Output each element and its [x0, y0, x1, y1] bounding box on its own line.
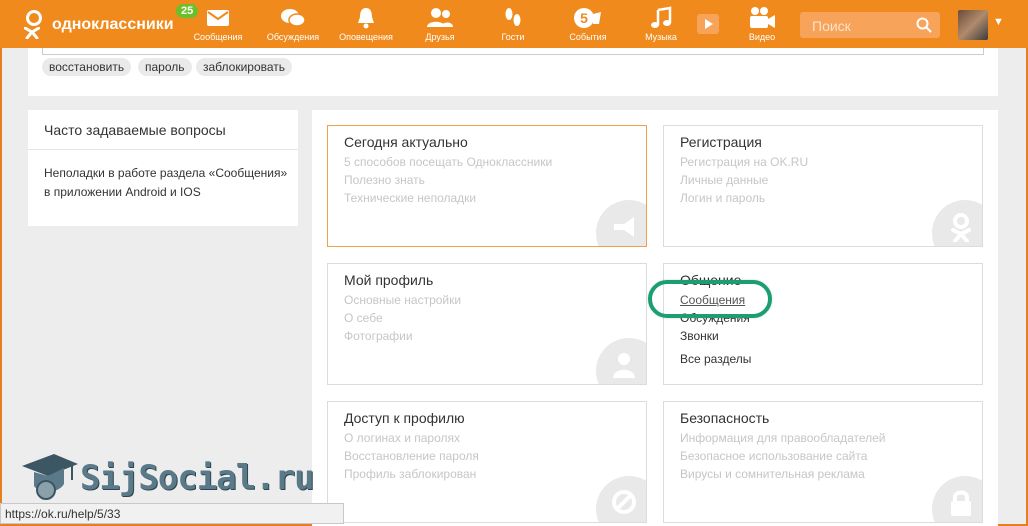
card-link[interactable]: Безопасное использование сайта [680, 449, 867, 463]
video-camera-icon [750, 7, 775, 28]
faq-panel: Часто задаваемые вопросы Неполадки в раб… [28, 110, 298, 226]
logo-text: одноклассники [52, 16, 174, 33]
card-link[interactable]: Фотографии [344, 329, 413, 343]
video-play-icon [697, 14, 719, 34]
card-link[interactable]: О себе [344, 311, 383, 325]
nav-label: Сообщения [193, 32, 243, 42]
nav-music[interactable]: Музыка [638, 6, 684, 46]
nav-friends[interactable]: Друзья [414, 6, 466, 46]
svg-text:5: 5 [580, 10, 588, 26]
graduation-cap-icon [22, 454, 78, 500]
nav-video-play[interactable] [694, 6, 722, 46]
nav-messages[interactable]: Сообщения [190, 6, 246, 46]
megaphone-icon [596, 200, 646, 246]
nav-label: Гости [501, 32, 525, 42]
friends-icon [427, 8, 453, 27]
site-logo[interactable]: одноклассники [22, 8, 182, 42]
events-icon: 5 [574, 8, 601, 28]
card-security[interactable]: Безопасность Информация для правообладат… [663, 401, 983, 523]
card-link[interactable]: Регистрация на OK.RU [680, 155, 808, 169]
search-box[interactable] [800, 12, 940, 40]
ok-logo-icon [22, 10, 44, 40]
card-link[interactable]: Восстановление пароля [344, 449, 479, 463]
tag-password[interactable]: пароль [138, 58, 192, 76]
search-input[interactable] [800, 12, 924, 40]
card-link[interactable]: Технические неполадки [344, 191, 476, 205]
card-link[interactable]: Личные данные [680, 173, 768, 187]
watermark: SijSocial.ru [20, 452, 315, 504]
card-profile[interactable]: Мой профиль Основные настройки О себе Фо… [327, 263, 647, 385]
nav-label: Обсуждения [266, 32, 320, 42]
card-link[interactable]: Полезно знать [344, 173, 425, 187]
search-results-panel: восстановить пароль заблокировать [28, 48, 998, 96]
nav-guests[interactable]: Гости [490, 6, 536, 46]
avatar[interactable] [958, 10, 988, 40]
envelope-icon [207, 10, 229, 26]
card-link[interactable]: Вирусы и сомнительная реклама [680, 467, 865, 481]
card-title: Доступ к профилю [344, 410, 465, 426]
card-link[interactable]: Звонки [680, 329, 719, 343]
user-icon [596, 338, 646, 384]
card-link[interactable]: Информация для правообладателей [680, 431, 886, 445]
nav-label: Оповещения [339, 32, 393, 42]
faq-link[interactable]: Неполадки в работе раздела «Сообщения» в… [44, 164, 294, 202]
faq-title: Часто задаваемые вопросы [44, 122, 226, 138]
nav-events[interactable]: 5 События [562, 6, 614, 46]
nav-discussions[interactable]: Обсуждения [262, 6, 324, 46]
search-field-bottom [42, 48, 984, 55]
blocked-icon [596, 476, 646, 522]
search-icon[interactable] [916, 17, 932, 33]
card-profile-access[interactable]: Доступ к профилю О логинах и паролях Вос… [327, 401, 647, 523]
card-link-all-sections[interactable]: Все разделы [680, 352, 751, 366]
card-title: Регистрация [680, 134, 762, 150]
nav-notifications[interactable]: Оповещения [334, 6, 398, 46]
nav-label: События [569, 32, 607, 42]
chat-bubbles-icon [281, 9, 306, 27]
divider [28, 149, 298, 150]
footprints-icon [505, 8, 521, 26]
card-today[interactable]: Сегодня актуально 5 способов посещать Од… [327, 125, 647, 247]
help-categories: Сегодня актуально 5 способов посещать Од… [312, 110, 998, 526]
highlight-ring [648, 280, 772, 318]
music-note-icon [651, 6, 672, 28]
bell-icon [358, 8, 374, 29]
watermark-text: SijSocial.ru [80, 458, 315, 498]
card-link[interactable]: Логин и пароль [680, 191, 765, 205]
card-title: Сегодня актуально [344, 134, 468, 150]
status-url: https://ok.ru/help/5/33 [0, 503, 344, 524]
card-title: Безопасность [680, 410, 770, 426]
card-registration[interactable]: Регистрация Регистрация на OK.RU Личные … [663, 125, 983, 247]
nav-label: Видео [748, 32, 776, 42]
tag-block[interactable]: заблокировать [196, 58, 293, 76]
tag-restore[interactable]: восстановить [42, 58, 132, 76]
nav-label: Музыка [645, 32, 677, 42]
ok-logo-icon [932, 200, 982, 246]
top-navigation-bar: одноклассники 25 Сообщения Обсуждения Оп… [0, 0, 1028, 48]
card-link[interactable]: Профиль заблокирован [344, 467, 476, 481]
nav-label: Друзья [425, 32, 455, 42]
nav-video[interactable]: Видео [740, 6, 784, 46]
chevron-down-icon[interactable]: ▼ [993, 16, 1004, 28]
card-link[interactable]: 5 способов посещать Одноклассники [344, 155, 552, 169]
card-link[interactable]: О логинах и паролях [344, 431, 460, 445]
card-title: Мой профиль [344, 272, 434, 288]
card-link[interactable]: Основные настройки [344, 293, 461, 307]
lock-icon [932, 476, 982, 522]
